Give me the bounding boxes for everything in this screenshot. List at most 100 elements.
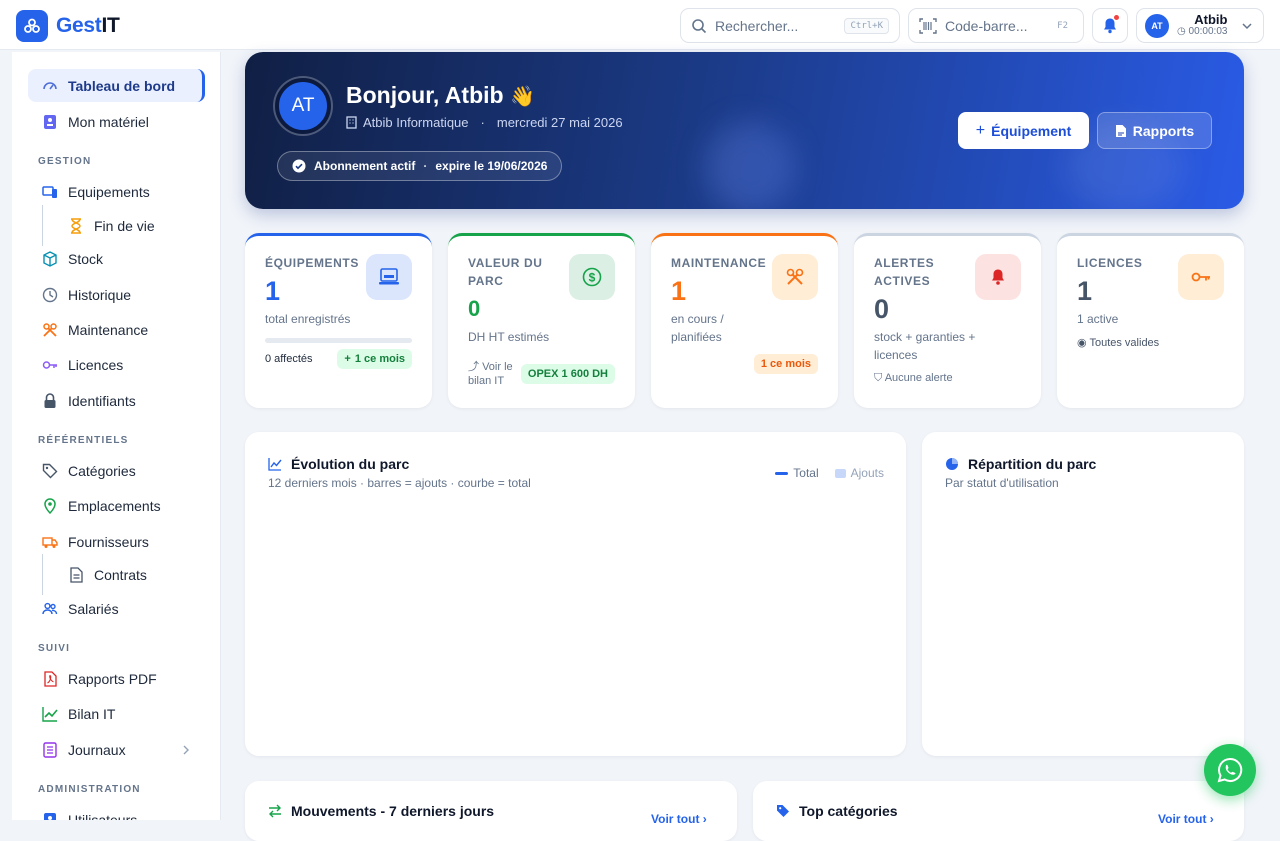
sidebar-item-my-equipment[interactable]: Mon matériel: [28, 105, 205, 138]
notification-dot: [1114, 15, 1119, 20]
sidebar-item-stock[interactable]: Stock: [28, 242, 205, 275]
whatsapp-button[interactable]: [1204, 744, 1256, 796]
sidebar-item-categories[interactable]: Catégories: [28, 454, 205, 487]
sidebar-item-end-of-life[interactable]: Fin de vie: [28, 205, 205, 246]
search-input[interactable]: Rechercher... Ctrl+K: [680, 8, 900, 43]
legend-total[interactable]: Total: [775, 466, 819, 480]
see-all-link[interactable]: Voir tout ›: [1158, 812, 1214, 826]
box-icon: [42, 250, 58, 267]
hourglass-icon: [68, 217, 84, 234]
sidebar-item-equipements[interactable]: Equipements: [28, 175, 205, 208]
kpi-licences[interactable]: LICENCES 1 1 active ◉ Toutes valides: [1057, 233, 1244, 408]
sidebar-item-historique[interactable]: Historique: [28, 278, 205, 311]
kpi-equipements[interactable]: ÉQUIPEMENTS 1 total enregistrés 0 affect…: [245, 233, 432, 408]
tag-icon: [42, 463, 58, 479]
legend-ajouts[interactable]: Ajouts: [834, 466, 884, 480]
sidebar: Tableau de bord Mon matériel GESTION Equ…: [12, 52, 221, 820]
people-icon: [42, 601, 58, 617]
tag-icon: [777, 805, 789, 817]
see-all-link[interactable]: Voir tout ›: [651, 812, 707, 826]
tools-icon: [772, 254, 818, 300]
sidebar-item-salaries[interactable]: Salariés: [28, 592, 205, 625]
clock-icon: [42, 287, 58, 303]
barcode-shortcut: F2: [1057, 20, 1068, 31]
user-name: Atbib: [1194, 12, 1228, 28]
search-icon: [692, 18, 707, 33]
card-title: Mouvements - 7 derniers jours: [268, 803, 494, 819]
sidebar-item-identifiants[interactable]: Identifiants: [28, 384, 205, 417]
assigned-progress-bar: [265, 338, 412, 343]
card-title: Répartition du parc: [945, 456, 1096, 472]
reports-button[interactable]: Rapports: [1097, 112, 1212, 149]
add-equipment-button[interactable]: + Équipement: [958, 112, 1089, 149]
laptop-icon: [366, 254, 412, 300]
session-timer: ◷ 00:00:03: [1177, 26, 1228, 38]
sidebar-item-licences[interactable]: Licences: [28, 348, 205, 381]
barcode-placeholder: Code-barre...: [945, 17, 1028, 34]
bell-icon: [975, 254, 1021, 300]
card-title: Évolution du parc: [268, 456, 409, 472]
sidebar-item-contrats[interactable]: Contrats: [28, 554, 205, 595]
section-gestion: GESTION: [38, 156, 92, 167]
licenses-status: ◉ Toutes valides: [1077, 337, 1160, 349]
svg-text:$: $: [589, 271, 596, 285]
sidebar-item-maintenance[interactable]: Maintenance: [28, 313, 205, 346]
pdf-icon: [42, 670, 58, 687]
kpi-sub: 1 active: [1077, 312, 1119, 326]
bilan-link[interactable]: ⤴ Voir le bilan IT: [468, 360, 520, 388]
kpi-sub: stock + garanties + licences: [874, 330, 976, 362]
kpi-label: MAINTENANCE: [671, 256, 767, 270]
chart-line-icon: [42, 706, 58, 722]
monthly-badge: + 1 ce mois: [337, 349, 412, 369]
sidebar-item-emplacements[interactable]: Emplacements: [28, 489, 205, 522]
kpi-sub: total enregistrés: [265, 312, 351, 326]
chevron-down-icon: [1242, 22, 1252, 29]
company-name: Atbib Informatique: [363, 115, 469, 130]
kpi-alertes[interactable]: ALERTES ACTIVES 0 stock + garanties + li…: [854, 233, 1041, 408]
assigned-count: 0 affectés: [265, 353, 313, 365]
app-logo[interactable]: GestIT: [16, 10, 120, 42]
repartition-card: Répartition du parc Par statut d'utilisa…: [922, 432, 1244, 756]
wave-icon: 👋: [509, 86, 535, 108]
swap-icon: [269, 804, 281, 818]
sidebar-item-dashboard[interactable]: Tableau de bord: [28, 69, 205, 102]
sidebar-item-utilisateurs[interactable]: Utilisateurs: [28, 803, 205, 820]
kpi-maintenance[interactable]: MAINTENANCE 1 en cours / planifiées 1 ce…: [651, 233, 838, 408]
evolution-chart-card: Évolution du parc 12 derniers mois · bar…: [245, 432, 906, 756]
kpi-sub: DH HT estimés: [468, 330, 550, 344]
welcome-banner: AT Bonjour, Atbib 👋 Atbib Informatique ·…: [245, 52, 1244, 209]
logo-icon: [16, 10, 48, 42]
chevron-right-icon: [183, 745, 189, 754]
barcode-icon: [919, 17, 937, 34]
notifications-button[interactable]: [1092, 8, 1128, 43]
user-icon: [42, 812, 58, 820]
user-menu[interactable]: AT Atbib ◷ 00:00:03: [1136, 8, 1264, 43]
pin-icon: [42, 497, 58, 514]
sidebar-item-rapports-pdf[interactable]: Rapports PDF: [28, 662, 205, 695]
section-administration: ADMINISTRATION: [38, 784, 141, 795]
search-shortcut: Ctrl+K: [844, 17, 889, 34]
alerts-status: ⛉ Aucune alerte: [874, 372, 953, 384]
card-title: Top catégories: [776, 803, 898, 819]
kpi-valeur-parc[interactable]: VALEUR DU PARC $ 0 DH HT estimés ⤴ Voir …: [448, 233, 635, 408]
truck-icon: [42, 534, 58, 550]
key-icon: [1178, 254, 1224, 300]
barcode-input[interactable]: Code-barre... F2: [908, 8, 1084, 43]
dollar-icon: $: [569, 254, 615, 300]
section-suivi: SUIVI: [38, 643, 71, 654]
tools-icon: [42, 322, 58, 338]
sidebar-item-bilan-it[interactable]: Bilan IT: [28, 697, 205, 730]
lock-icon: [42, 392, 58, 409]
sidebar-item-journaux[interactable]: Journaux: [28, 733, 205, 766]
user-meta: Atbib ◷ 00:00:03: [1177, 13, 1227, 37]
check-circle-icon: [292, 159, 306, 173]
sidebar-item-fournisseurs[interactable]: Fournisseurs: [28, 525, 205, 558]
greeting-title: Bonjour, Atbib 👋: [346, 82, 535, 108]
greeting-subtitle: Atbib Informatique · mercredi 27 mai 202…: [346, 115, 623, 130]
trend-icon: [268, 458, 282, 471]
current-date: mercredi 27 mai 2026: [496, 115, 623, 130]
document-icon: [68, 566, 84, 583]
kpi-label: VALEUR DU PARC: [468, 256, 543, 288]
kpi-sub: en cours / planifiées: [671, 312, 724, 344]
report-icon: [1115, 124, 1126, 137]
